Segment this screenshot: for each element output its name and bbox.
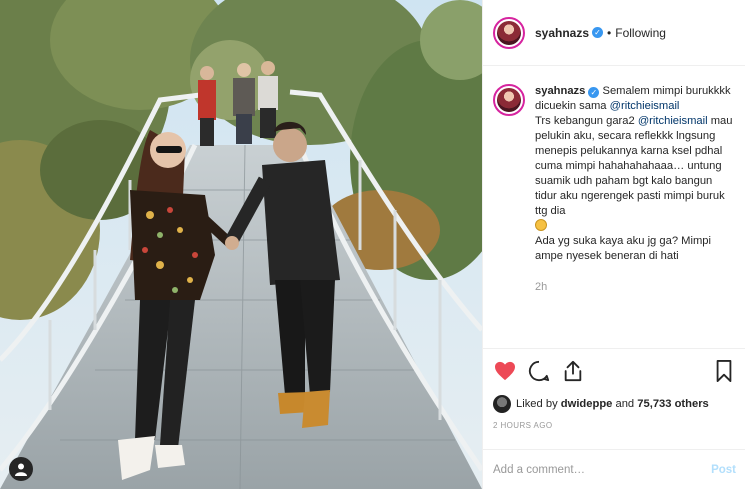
verified-badge-icon: ✓ [588,87,600,98]
liker-username[interactable]: dwideppe [561,398,613,410]
like-button[interactable] [493,359,517,383]
comment-icon [528,360,550,382]
likes-prefix: Liked by [516,398,558,410]
liker-avatar[interactable] [493,395,511,413]
caption-mention-2[interactable]: @ritchieismail [638,115,708,127]
heart-icon [495,361,515,381]
add-comment-bar: Post [483,449,745,489]
header-separator: • [607,25,612,40]
author-username[interactable]: syahnazs [535,26,589,40]
likes-row: Liked by dwideppe and 75,733 others [493,393,736,415]
caption-line-3: Ada yg suka kaya aku jg ga? Mimpi ampe n… [535,235,711,262]
photo-couple-on-bridge [0,0,482,489]
post-side-panel: syahnazs ✓ • Following syahnazs ✓ Semalem… [482,0,745,489]
verified-badge-icon: ✓ [592,27,604,38]
user-tag-button[interactable] [9,457,33,481]
bookmark-icon [716,360,732,382]
caption-line-2b: mau pelukin aku, secara reflekkk lngsung… [535,115,733,217]
caption-body: syahnazs ✓ Semalem mimpi burukkkk dicueki… [535,84,736,348]
comment-input[interactable] [493,463,712,476]
share-button[interactable] [561,359,585,383]
post-comment-button[interactable]: Post [711,464,736,476]
post-photo[interactable] [0,0,482,489]
post-header: syahnazs ✓ • Following [483,0,745,66]
save-button[interactable] [712,359,736,383]
post-actions: Liked by dwideppe and 75,733 others 2 HO… [483,348,745,438]
share-icon [564,360,582,382]
likes-count[interactable]: 75,733 others [637,398,709,410]
likes-middle: and [615,398,635,410]
grinning-emoji-icon [535,219,547,231]
user-tag-icon [15,463,27,476]
caption-username[interactable]: syahnazs [535,85,585,97]
caption-mention-1[interactable]: @ritchieismail [610,100,680,112]
follow-status-button[interactable]: Following [615,26,666,40]
caption-section: syahnazs ✓ Semalem mimpi burukkkk dicueki… [483,66,745,348]
post-timestamp[interactable]: 2 HOURS AGO [493,421,736,430]
author-avatar[interactable] [493,16,525,49]
caption-timestamp[interactable]: 2h [535,280,736,295]
comment-button[interactable] [527,359,551,383]
caption-author-avatar[interactable] [493,84,525,116]
caption-line-2a: Trs kebangun gara2 [535,115,635,127]
